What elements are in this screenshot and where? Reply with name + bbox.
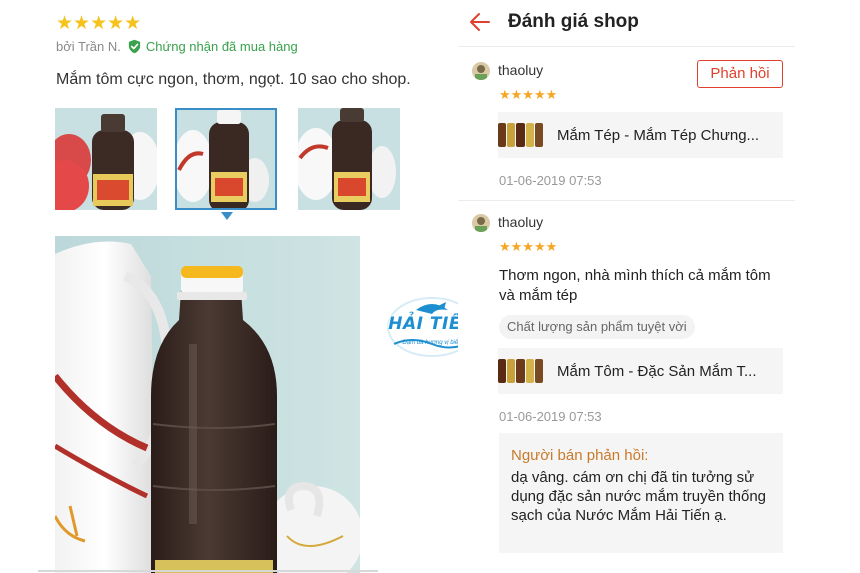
review-text: Mắm tôm cực ngon, thơm, ngọt. 10 sao cho… bbox=[56, 71, 411, 88]
review-stars: ★★★★★ bbox=[499, 239, 558, 254]
product-review-panel: ★★★★★ bởi Trần N. Chứng nhận đã mua hàng… bbox=[0, 0, 440, 573]
review-rating-stars: ★★★★★ bbox=[56, 13, 142, 34]
product-card[interactable]: Mắm Tôm - Đặc Sản Mắm T... bbox=[498, 348, 783, 394]
product-thumbnail bbox=[498, 359, 544, 383]
review-divider bbox=[458, 200, 795, 201]
review-photo-thumbnail[interactable] bbox=[55, 108, 157, 210]
review-tag: Chất lượng sản phẩm tuyệt vời bbox=[499, 315, 695, 339]
product-name: Mắm Tôm - Đặc Sản Mắm T... bbox=[557, 363, 757, 380]
verified-label: Chứng nhận đã mua hàng bbox=[145, 39, 298, 54]
verified-purchase-badge: Chứng nhận đã mua hàng bbox=[127, 39, 298, 54]
bottom-divider bbox=[38, 570, 378, 572]
app-header: Đánh giá shop bbox=[458, 0, 795, 47]
review-photo-thumbnail[interactable] bbox=[298, 108, 400, 210]
review-username: thaoluy bbox=[498, 62, 544, 78]
product-name: Mắm Tép - Mắm Tép Chưng... bbox=[557, 127, 760, 144]
reviewer-name: bởi Trần N. bbox=[56, 39, 121, 54]
back-arrow-icon[interactable] bbox=[468, 10, 492, 34]
review-timestamp: 01-06-2019 07:53 bbox=[499, 409, 602, 424]
active-thumbnail-pointer bbox=[221, 212, 233, 220]
product-card[interactable]: Mắm Tép - Mắm Tép Chưng... bbox=[498, 112, 783, 158]
review-photo-thumbnail-active[interactable] bbox=[175, 108, 277, 210]
seller-reply-text: dạ vâng. cám ơn chị đã tin tưởng sử dụng… bbox=[511, 469, 767, 524]
page-title: Đánh giá shop bbox=[508, 11, 639, 32]
shop-rating-screen: Đánh giá shop thaoluy ★★★★★ Phản hồi Mắm… bbox=[458, 0, 795, 573]
review-username: thaoluy bbox=[498, 214, 544, 230]
reply-button[interactable]: Phản hồi bbox=[697, 60, 783, 88]
avatar-icon[interactable] bbox=[472, 62, 490, 80]
avatar-icon[interactable] bbox=[472, 214, 490, 232]
review-photo-large bbox=[55, 236, 360, 573]
review-timestamp: 01-06-2019 07:53 bbox=[499, 173, 602, 188]
review-byline: bởi Trần N. Chứng nhận đã mua hàng bbox=[56, 39, 298, 54]
verified-check-icon bbox=[127, 39, 142, 54]
review-stars: ★★★★★ bbox=[499, 87, 558, 102]
seller-reply-box: Người bán phản hồi: dạ vâng. cám ơn chị … bbox=[499, 433, 783, 553]
review-comment: Thơm ngon, nhà mình thích cả mắm tôm và … bbox=[499, 267, 771, 304]
seller-reply-label: Người bán phản hồi: bbox=[511, 447, 649, 464]
product-thumbnail bbox=[498, 123, 544, 147]
